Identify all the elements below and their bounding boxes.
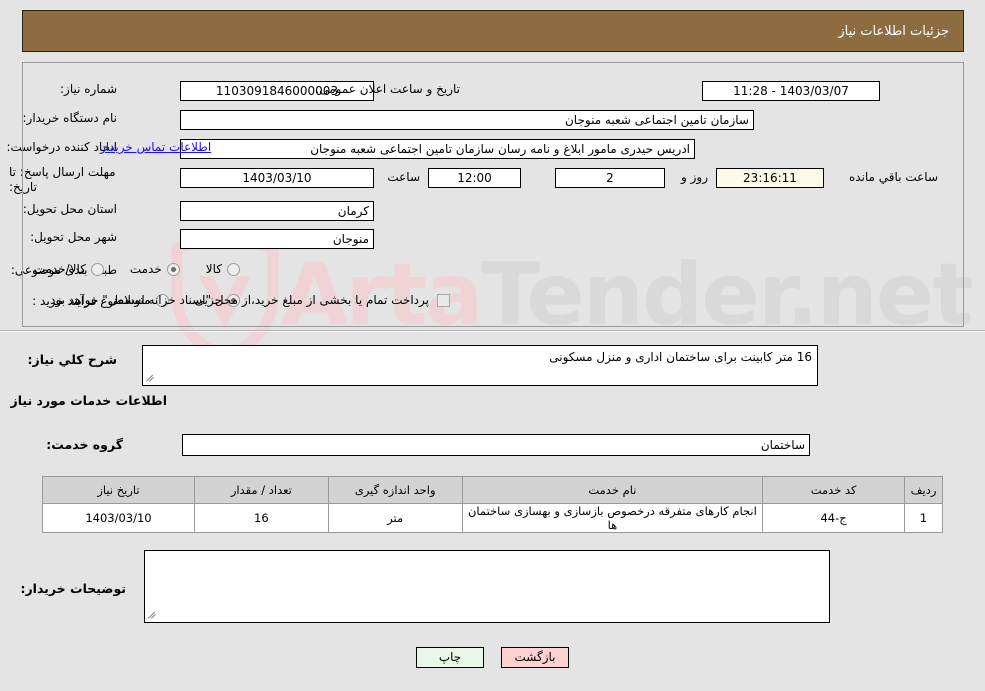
services-section-heading: اطلاعات خدمات مورد نیاز (10, 393, 168, 408)
table-row: 1 ج-44 انجام کارهای متفرقه درخصوص بازساز… (42, 503, 943, 533)
col-need-date: تاریخ نیاز (42, 476, 195, 504)
buyer-notes-value (145, 551, 829, 554)
services-table: ردیف کد خدمت نام خدمت واحد اندازه گیری ت… (42, 476, 943, 533)
page-title: جزئیات اطلاعات نیاز (838, 23, 949, 39)
cell-quantity: 16 (193, 503, 329, 533)
col-row-no: ردیف (904, 476, 943, 504)
cell-service-code: ج-44 (762, 503, 906, 533)
col-service-code: کد خدمت (762, 476, 906, 504)
need-description-label: شرح کلي نیاز: (27, 352, 117, 367)
print-button[interactable]: چاپ (416, 647, 484, 668)
service-group-value: ساختمان (182, 434, 810, 456)
need-description-textarea[interactable]: 16 متر کابینت برای ساختمان اداری و منزل … (142, 345, 818, 386)
textarea-resize-handle-1[interactable] (145, 372, 157, 384)
cell-service-name: انجام کارهای متفرقه درخصوص بازسازی و بهس… (461, 503, 764, 533)
col-quantity: تعداد / مقدار (193, 476, 329, 504)
page-root: ArtaTender.net جزئیات اطلاعات نیاز شماره… (0, 0, 985, 691)
section-divider (0, 330, 985, 332)
cell-unit: متر (327, 503, 463, 533)
service-group-label: گروه خدمت: (46, 437, 123, 452)
textarea-resize-handle-2[interactable] (147, 609, 159, 621)
need-description-value: 16 متر کابینت برای ساختمان اداری و منزل … (549, 350, 812, 364)
col-service-name: نام خدمت (461, 476, 764, 504)
back-button[interactable]: بازگشت (501, 647, 569, 668)
summary-panel (22, 62, 964, 327)
col-unit: واحد اندازه گیری (327, 476, 463, 504)
page-header-bar: جزئیات اطلاعات نیاز (22, 10, 964, 52)
buyer-notes-label: توضیحات خریدار: (20, 581, 126, 596)
cell-row-no: 1 (904, 503, 943, 533)
cell-need-date: 1403/03/10 (42, 503, 195, 533)
footer-buttons: بازگشت چاپ (0, 647, 985, 668)
table-header-row: ردیف کد خدمت نام خدمت واحد اندازه گیری ت… (42, 476, 943, 504)
buyer-notes-textarea[interactable] (144, 550, 830, 623)
